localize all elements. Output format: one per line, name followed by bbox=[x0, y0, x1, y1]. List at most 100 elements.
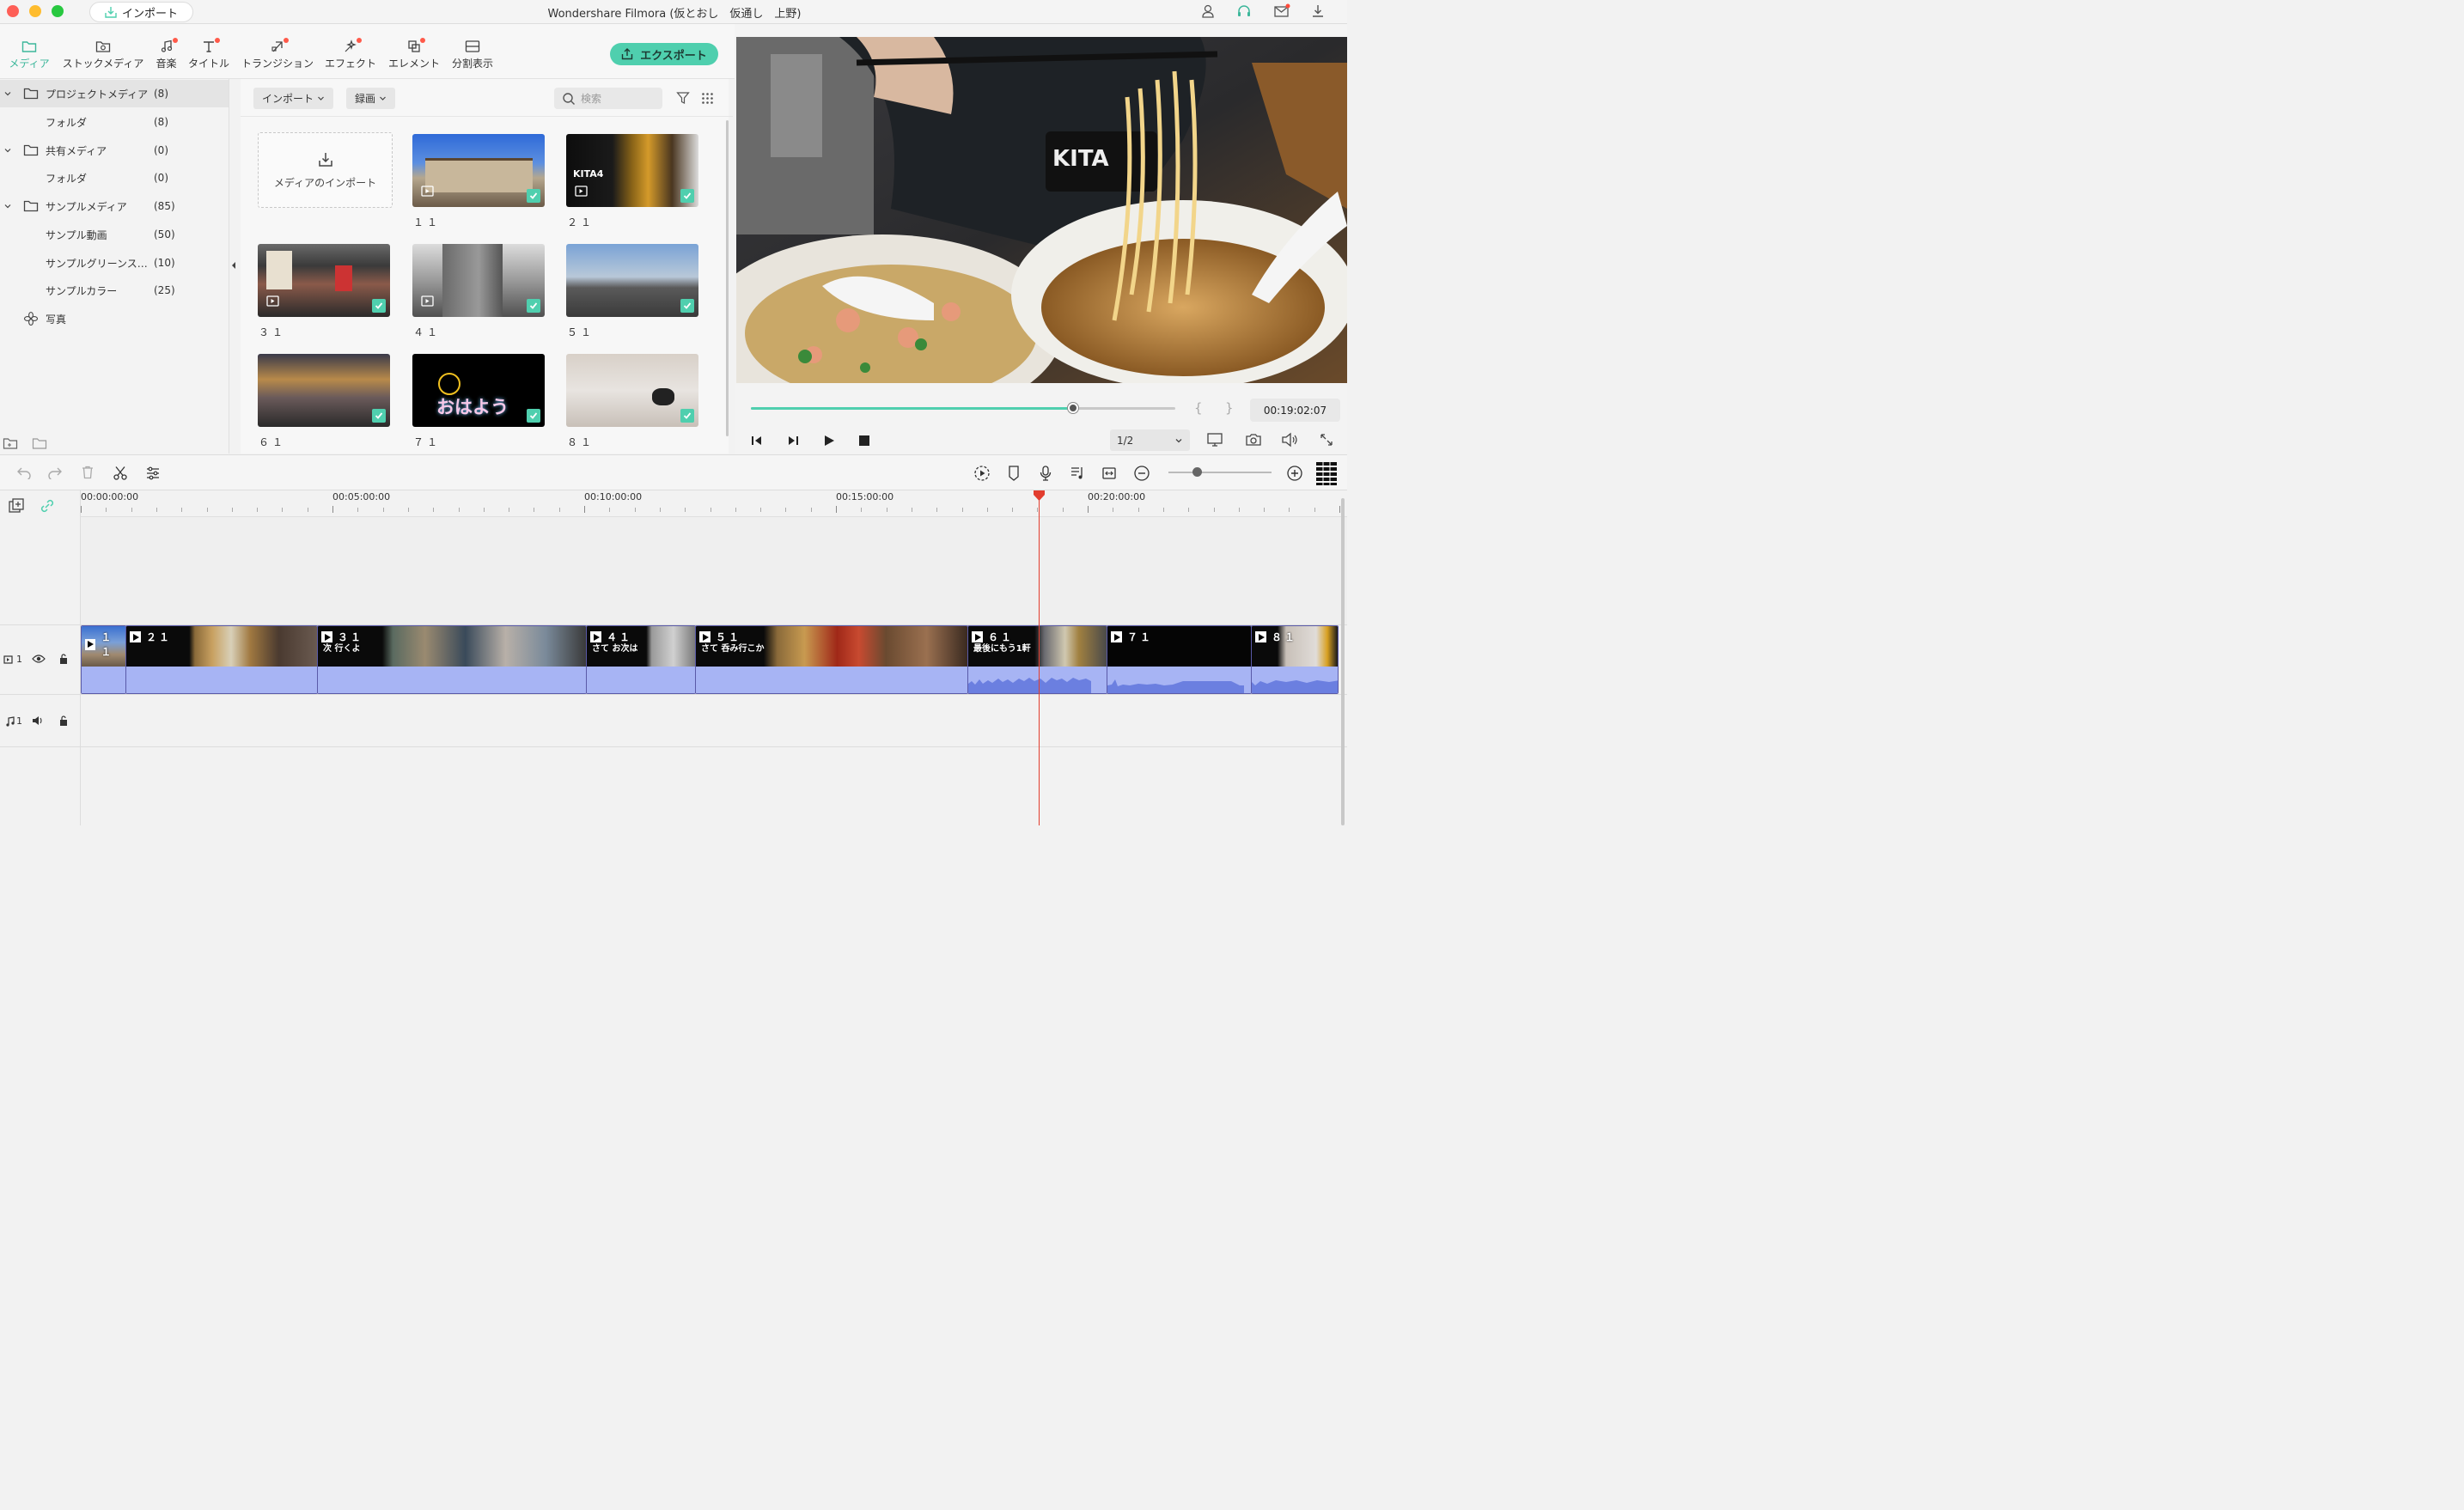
track-height-icon[interactable] bbox=[1315, 461, 1338, 485]
preview-quality-select[interactable]: 1/2 bbox=[1110, 429, 1190, 451]
import-dropdown[interactable]: インポート bbox=[253, 88, 334, 109]
chevron-down-icon[interactable] bbox=[3, 146, 12, 155]
media-thumbnail[interactable] bbox=[258, 244, 390, 317]
tab-element[interactable]: エレメント bbox=[387, 37, 441, 75]
step-back-icon[interactable] bbox=[750, 434, 764, 448]
playback-progress-track[interactable] bbox=[751, 403, 1175, 413]
empty-track-area[interactable] bbox=[81, 517, 1347, 625]
timeline-clip[interactable]: ６１ 最後にもう1軒 bbox=[967, 625, 1107, 694]
filter-icon[interactable] bbox=[676, 91, 690, 105]
timeline-clip[interactable]: ２１ bbox=[125, 625, 318, 694]
lock-icon[interactable] bbox=[58, 653, 69, 665]
step-forward-icon[interactable] bbox=[786, 434, 800, 448]
close-window-button[interactable] bbox=[7, 5, 19, 17]
microphone-icon[interactable] bbox=[1039, 465, 1052, 482]
import-media-dropzone[interactable]: メディアのインポート bbox=[258, 132, 393, 208]
zoom-window-button[interactable] bbox=[52, 5, 64, 17]
media-scrollbar[interactable] bbox=[726, 120, 729, 436]
media-item-label: ３１ bbox=[259, 326, 287, 338]
folder-outline-icon[interactable] bbox=[32, 436, 47, 450]
sidebar-item-project-folder[interactable]: フォルダ (8) bbox=[0, 108, 229, 136]
thumbnail-building bbox=[425, 158, 533, 192]
chevron-down-icon[interactable] bbox=[3, 202, 12, 210]
sidebar-item-sample-video[interactable]: サンプル動画 (50) bbox=[0, 221, 229, 248]
sidebar-item-sample-greenscreen[interactable]: サンプルグリーンス… (10) bbox=[0, 249, 229, 277]
timeline-clip[interactable]: ５１ さて 呑み行こか bbox=[695, 625, 968, 694]
timeline-clip[interactable]: １１ bbox=[81, 625, 126, 694]
media-thumbnail[interactable] bbox=[258, 354, 390, 427]
snapshot-camera-icon[interactable] bbox=[1245, 432, 1262, 448]
collapse-sidebar-icon[interactable] bbox=[230, 260, 237, 271]
music-icon bbox=[160, 37, 178, 56]
grid-view-icon[interactable] bbox=[701, 92, 714, 105]
sidebar-item-sample-color[interactable]: サンプルカラー (25) bbox=[0, 277, 229, 304]
tab-effect[interactable]: エフェクト bbox=[324, 37, 377, 75]
top-import-button[interactable]: インポート bbox=[89, 2, 193, 22]
tab-transition[interactable]: トランジション bbox=[241, 37, 314, 75]
sidebar-item-project-media[interactable]: プロジェクトメディア (8) bbox=[0, 80, 229, 107]
stop-icon[interactable] bbox=[858, 435, 870, 447]
download-icon[interactable] bbox=[1310, 3, 1327, 21]
lock-icon[interactable] bbox=[58, 715, 69, 727]
zoom-in-icon[interactable] bbox=[1286, 465, 1303, 482]
timeline-clip[interactable]: ７１ bbox=[1107, 625, 1252, 694]
mark-in-button[interactable]: { bbox=[1194, 400, 1203, 416]
media-thumbnail[interactable]: KITA4 bbox=[566, 134, 698, 207]
zoom-slider-handle[interactable] bbox=[1192, 467, 1202, 477]
minimize-window-button[interactable] bbox=[29, 5, 41, 17]
timeline-ruler[interactable]: 00:00:00:00 00:05:00:00 00:10:00:00 00:1… bbox=[81, 490, 1347, 517]
sidebar-item-shared-media[interactable]: 共有メディア (0) bbox=[0, 137, 229, 164]
play-icon[interactable] bbox=[822, 434, 836, 448]
zoom-out-icon[interactable] bbox=[1133, 465, 1150, 482]
add-track-icon[interactable] bbox=[8, 497, 25, 514]
search-input[interactable]: 検索 bbox=[554, 88, 662, 109]
audio-mixer-icon[interactable] bbox=[1070, 465, 1085, 482]
marker-icon[interactable] bbox=[1007, 465, 1021, 482]
media-thumbnail[interactable] bbox=[412, 244, 545, 317]
timeline-clip[interactable]: ８１ bbox=[1251, 625, 1339, 694]
tab-title[interactable]: タイトル bbox=[187, 37, 230, 75]
timeline-zoom-slider[interactable] bbox=[1168, 467, 1272, 477]
account-icon[interactable] bbox=[1200, 3, 1217, 21]
mail-icon[interactable] bbox=[1273, 3, 1290, 21]
undo-icon[interactable] bbox=[16, 466, 32, 479]
sidebar-item-sample-media[interactable]: サンプルメディア (85) bbox=[0, 192, 229, 220]
tab-music[interactable]: 音楽 bbox=[155, 37, 178, 75]
volume-icon[interactable] bbox=[1281, 432, 1298, 448]
display-settings-icon[interactable] bbox=[1206, 432, 1223, 448]
clip-label: ７１ bbox=[1127, 631, 1154, 643]
delete-icon[interactable] bbox=[81, 466, 95, 479]
media-thumbnail[interactable] bbox=[566, 244, 698, 317]
video-preview[interactable]: KITA bbox=[736, 37, 1347, 383]
tab-split-screen[interactable]: 分割表示 bbox=[451, 37, 494, 75]
timeline-clip[interactable]: ４１ さて お次は bbox=[586, 625, 696, 694]
link-icon[interactable] bbox=[39, 497, 56, 514]
media-thumbnail[interactable] bbox=[412, 134, 545, 207]
media-thumbnail[interactable] bbox=[566, 354, 698, 427]
timeline-vertical-scrollbar[interactable] bbox=[1341, 498, 1345, 825]
video-icon bbox=[266, 295, 282, 309]
sidebar-item-photos[interactable]: 写真 bbox=[0, 305, 229, 332]
adjust-settings-icon[interactable] bbox=[145, 466, 161, 481]
fullscreen-icon[interactable] bbox=[1319, 432, 1334, 448]
speaker-icon[interactable] bbox=[32, 715, 44, 726]
cut-scissors-icon[interactable] bbox=[113, 466, 128, 481]
sidebar-item-count: (0) bbox=[154, 172, 168, 184]
tab-media[interactable]: メディア bbox=[9, 37, 50, 82]
sidebar-item-shared-folder[interactable]: フォルダ (0) bbox=[0, 164, 229, 192]
tab-stock-media[interactable]: ストックメディア bbox=[61, 37, 145, 75]
media-thumbnail[interactable]: おはよう bbox=[412, 354, 545, 427]
new-folder-icon[interactable] bbox=[3, 436, 18, 450]
support-headset-icon[interactable] bbox=[1236, 3, 1253, 21]
redo-icon[interactable] bbox=[47, 466, 63, 479]
record-dropdown[interactable]: 録画 bbox=[346, 88, 396, 109]
export-button[interactable]: エクスポート bbox=[610, 43, 718, 65]
ruler-tick bbox=[408, 508, 409, 512]
chevron-down-icon[interactable] bbox=[3, 89, 12, 98]
sidebar-item-count: (8) bbox=[154, 116, 168, 128]
render-preview-icon[interactable] bbox=[973, 465, 991, 482]
timeline-clip[interactable]: ３１ 次 行くよ bbox=[317, 625, 587, 694]
mark-out-button[interactable]: } bbox=[1225, 400, 1234, 416]
eye-icon[interactable] bbox=[32, 654, 46, 664]
fit-timeline-icon[interactable] bbox=[1101, 465, 1117, 482]
